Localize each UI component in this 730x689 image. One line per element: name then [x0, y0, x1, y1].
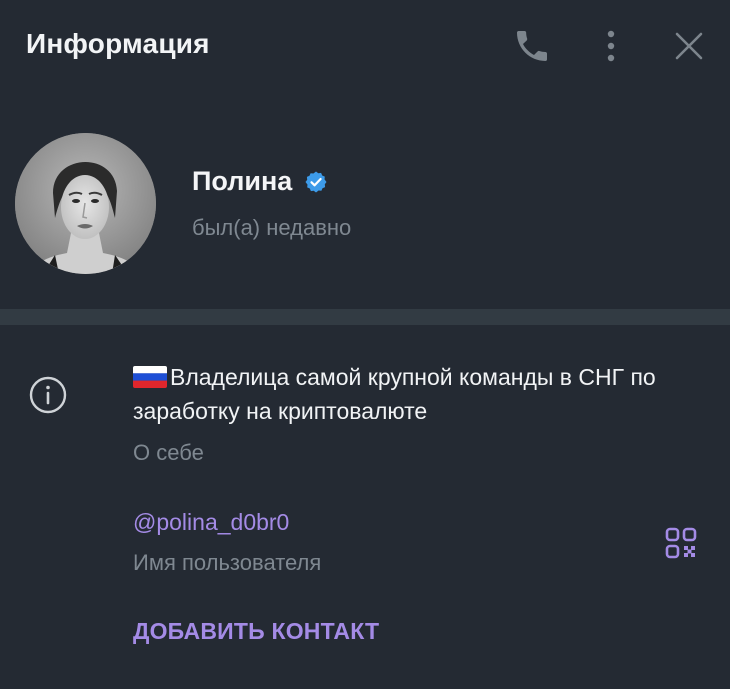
add-contact-button[interactable]: ДОБАВИТЬ КОНТАКТ: [133, 618, 379, 645]
more-options-button[interactable]: [591, 26, 631, 66]
user-name: Полина: [192, 166, 293, 196]
phone-icon: [517, 31, 547, 61]
russia-flag-icon: [133, 366, 167, 388]
bio-caption: О себе: [133, 440, 204, 465]
username-link[interactable]: @polina_d0br0: [133, 509, 289, 536]
qr-code-icon: [665, 527, 697, 559]
profile-photo: [15, 133, 156, 274]
bio-text: Владелица самой крупной команды в СНГ по…: [133, 364, 656, 424]
name-row: Полина: [192, 166, 328, 197]
more-vertical-icon: [607, 30, 615, 62]
panel-title: Информация: [26, 28, 210, 59]
username-caption: Имя пользователя: [133, 550, 322, 575]
info-icon: [27, 374, 69, 416]
header: Информация: [0, 0, 730, 92]
last-seen-status: был(а) недавно: [192, 215, 352, 240]
call-button[interactable]: [512, 26, 552, 66]
qr-code-button[interactable]: [664, 526, 698, 560]
close-icon: [675, 32, 703, 60]
bio-text-block[interactable]: Владелица самой крупной команды в СНГ по…: [133, 360, 703, 428]
avatar[interactable]: [15, 133, 156, 274]
close-button[interactable]: [669, 26, 709, 66]
user-info-panel: Информация Полина был(а) недавно Владели…: [0, 0, 730, 689]
section-divider: [0, 309, 730, 325]
verified-badge-icon: [305, 171, 327, 192]
